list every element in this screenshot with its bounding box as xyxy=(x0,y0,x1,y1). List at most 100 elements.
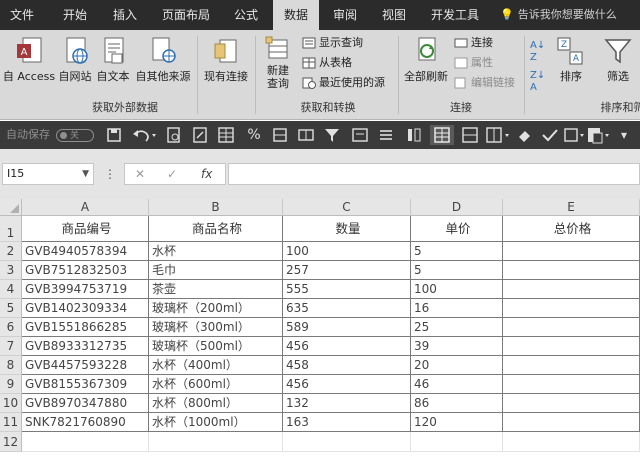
properties-button[interactable]: 属性 xyxy=(454,54,493,72)
table-cell[interactable]: GVB8933312735 xyxy=(22,337,149,356)
table-cell[interactable]: 555 xyxy=(283,280,411,299)
column-header-d[interactable]: D xyxy=(411,199,503,216)
table-cell[interactable]: 100 xyxy=(283,242,411,261)
table-cell[interactable]: 玻璃杯（300ml） xyxy=(149,318,283,337)
tab-formulas[interactable]: 公式 xyxy=(224,0,268,30)
column-header-a[interactable]: A xyxy=(22,199,149,216)
header-cell[interactable]: 商品编号 xyxy=(22,216,149,242)
table-cell[interactable]: 水杯（400ml） xyxy=(149,356,283,375)
table-cell[interactable]: 水杯（1000ml） xyxy=(149,413,283,432)
name-box[interactable]: I15 ▼ xyxy=(2,163,94,185)
empty-cell[interactable] xyxy=(22,432,149,452)
row-header-12[interactable]: 12 xyxy=(0,432,22,452)
table-cell[interactable]: SNK7821760890 xyxy=(22,413,149,432)
table-cell[interactable]: 20 xyxy=(411,356,503,375)
columns-icon[interactable] xyxy=(404,125,424,145)
table-cell[interactable]: 635 xyxy=(283,299,411,318)
table-cell[interactable] xyxy=(503,356,640,375)
table-cell[interactable]: 玻璃杯（500ml） xyxy=(149,337,283,356)
table-cell[interactable]: GVB4940578394 xyxy=(22,242,149,261)
list-icon[interactable] xyxy=(376,125,396,145)
undo-icon[interactable] xyxy=(130,125,160,145)
enter-icon[interactable]: ✓ xyxy=(167,164,177,184)
table-cell[interactable]: 25 xyxy=(411,318,503,337)
column-header-c[interactable]: C xyxy=(283,199,411,216)
table-cell[interactable] xyxy=(503,318,640,337)
formula-bar-handle-icon[interactable]: ⋮ xyxy=(104,163,116,185)
row-header-10[interactable]: 10 xyxy=(0,394,22,413)
save-icon[interactable] xyxy=(104,125,124,145)
table-cell[interactable]: GVB1402309334 xyxy=(22,299,149,318)
column-header-e[interactable]: E xyxy=(503,199,640,216)
from-web-button[interactable]: 自网站 xyxy=(57,36,93,84)
row-header-8[interactable]: 8 xyxy=(0,356,22,375)
check-icon[interactable] xyxy=(540,125,560,145)
freeze-panes-icon[interactable] xyxy=(484,125,512,145)
autosave-toggle[interactable]: 关 xyxy=(56,129,94,142)
tab-data[interactable]: 数据 xyxy=(273,0,319,30)
tab-view[interactable]: 视图 xyxy=(372,0,416,30)
table-cell[interactable]: 456 xyxy=(283,337,411,356)
row-header-11[interactable]: 11 xyxy=(0,413,22,432)
merge-cells-icon[interactable] xyxy=(270,125,290,145)
from-access-button[interactable]: A 自 Access xyxy=(2,36,56,84)
sort-ascending-icon[interactable]: A↓ Z xyxy=(530,40,545,63)
table-cell[interactable]: GVB8155367309 xyxy=(22,375,149,394)
table-grid-icon[interactable] xyxy=(216,125,236,145)
table-cell[interactable]: 水杯 xyxy=(149,242,283,261)
center-across-icon[interactable] xyxy=(296,125,316,145)
empty-cell[interactable] xyxy=(283,432,411,452)
connections-button[interactable]: 连接 xyxy=(454,34,493,52)
tab-insert[interactable]: 插入 xyxy=(104,0,146,30)
table-cell[interactable] xyxy=(503,261,640,280)
recent-sources-button[interactable]: 最近使用的源 xyxy=(302,74,385,92)
sort-descending-icon[interactable]: Z↓ A xyxy=(530,70,545,93)
edit-links-button[interactable]: 编辑链接 xyxy=(454,74,515,92)
header-cell[interactable]: 总价格 xyxy=(503,216,640,242)
row-header-3[interactable]: 3 xyxy=(0,261,22,280)
table-cell[interactable]: 5 xyxy=(411,261,503,280)
insert-function-icon[interactable]: fx xyxy=(201,164,212,184)
tab-page-layout[interactable]: 页面布局 xyxy=(152,0,220,30)
table-cell[interactable] xyxy=(503,337,640,356)
row-header-1[interactable]: 1 xyxy=(0,216,22,242)
filter-funnel-icon[interactable] xyxy=(322,125,342,145)
header-cell[interactable]: 数量 xyxy=(283,216,411,242)
header-cell[interactable]: 单价 xyxy=(411,216,503,242)
row-header-7[interactable]: 7 xyxy=(0,337,22,356)
table-cell[interactable]: 39 xyxy=(411,337,503,356)
column-header-b[interactable]: B xyxy=(149,199,283,216)
row-header-2[interactable]: 2 xyxy=(0,242,22,261)
table-cell[interactable]: 46 xyxy=(411,375,503,394)
name-box-dropdown-icon[interactable]: ▼ xyxy=(82,164,89,184)
form-icon[interactable] xyxy=(350,125,370,145)
header-cell[interactable]: 商品名称 xyxy=(149,216,283,242)
table-cell[interactable] xyxy=(503,394,640,413)
formula-input[interactable] xyxy=(228,163,640,185)
from-text-button[interactable]: 自文本 xyxy=(95,36,131,84)
from-other-sources-button[interactable]: 自其他来源 xyxy=(133,36,193,84)
tell-me-box[interactable]: 💡 告诉我你想要做什么 xyxy=(500,0,617,30)
table-cell[interactable]: 5 xyxy=(411,242,503,261)
table-cell[interactable]: GVB1551866285 xyxy=(22,318,149,337)
filter-button[interactable]: 筛选 xyxy=(600,36,636,84)
from-table-button[interactable]: 从表格 xyxy=(302,54,352,72)
table-cell[interactable]: 茶壶 xyxy=(149,280,283,299)
print-preview-icon[interactable] xyxy=(164,125,184,145)
table-cell[interactable] xyxy=(503,280,640,299)
table-cell[interactable] xyxy=(503,413,640,432)
table-cell[interactable]: 458 xyxy=(283,356,411,375)
border-icon[interactable] xyxy=(460,125,480,145)
empty-cell[interactable] xyxy=(503,432,640,452)
percent-icon[interactable]: % xyxy=(244,125,264,145)
row-header-6[interactable]: 6 xyxy=(0,318,22,337)
refresh-all-button[interactable]: 全部刷新 xyxy=(400,36,452,84)
customize-toolbar-icon[interactable]: ▾ xyxy=(614,125,634,145)
empty-cell[interactable] xyxy=(411,432,503,452)
table-cell[interactable]: GVB8970347880 xyxy=(22,394,149,413)
table-cell[interactable]: 86 xyxy=(411,394,503,413)
row-header-5[interactable]: 5 xyxy=(0,299,22,318)
tab-developer[interactable]: 开发工具 xyxy=(422,0,488,30)
tab-home[interactable]: 开始 xyxy=(50,0,100,30)
gridlines-icon[interactable] xyxy=(430,125,454,145)
